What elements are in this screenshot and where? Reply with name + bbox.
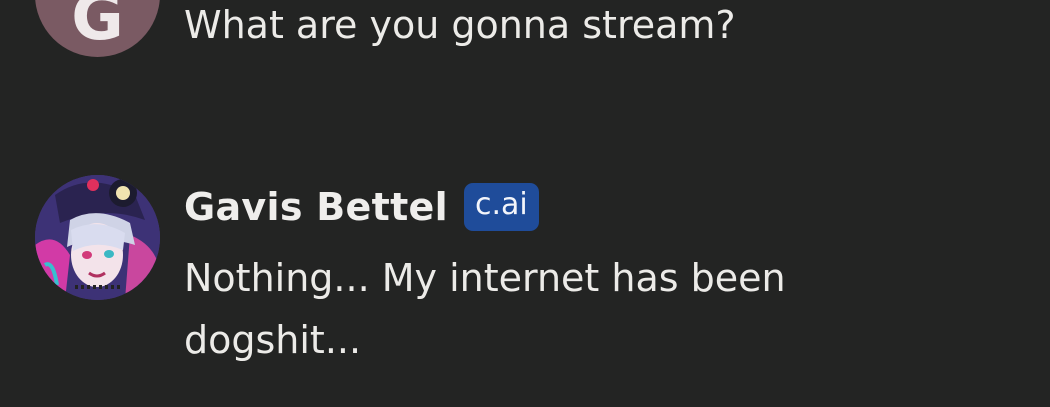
character-name[interactable]: Gavis Bettel (184, 185, 448, 229)
character-name-row: Gavis Bettel c.ai (184, 181, 539, 233)
character-message-text: Nothing... My internet has been dogshit.… (184, 247, 884, 371)
user-avatar-letter: G (71, 0, 124, 55)
character-message-line-2: dogshit... (184, 318, 362, 362)
character-avatar[interactable] (35, 175, 160, 300)
character-message-line-1: Nothing... My internet has been (184, 256, 786, 300)
cai-badge: c.ai (463, 183, 539, 231)
character-portrait-icon (35, 175, 160, 300)
chat-container: G What are you gonna stream? Gavis Bette… (0, 0, 1050, 407)
user-message-text: What are you gonna stream? (184, 3, 736, 47)
user-avatar[interactable]: G (35, 0, 160, 57)
